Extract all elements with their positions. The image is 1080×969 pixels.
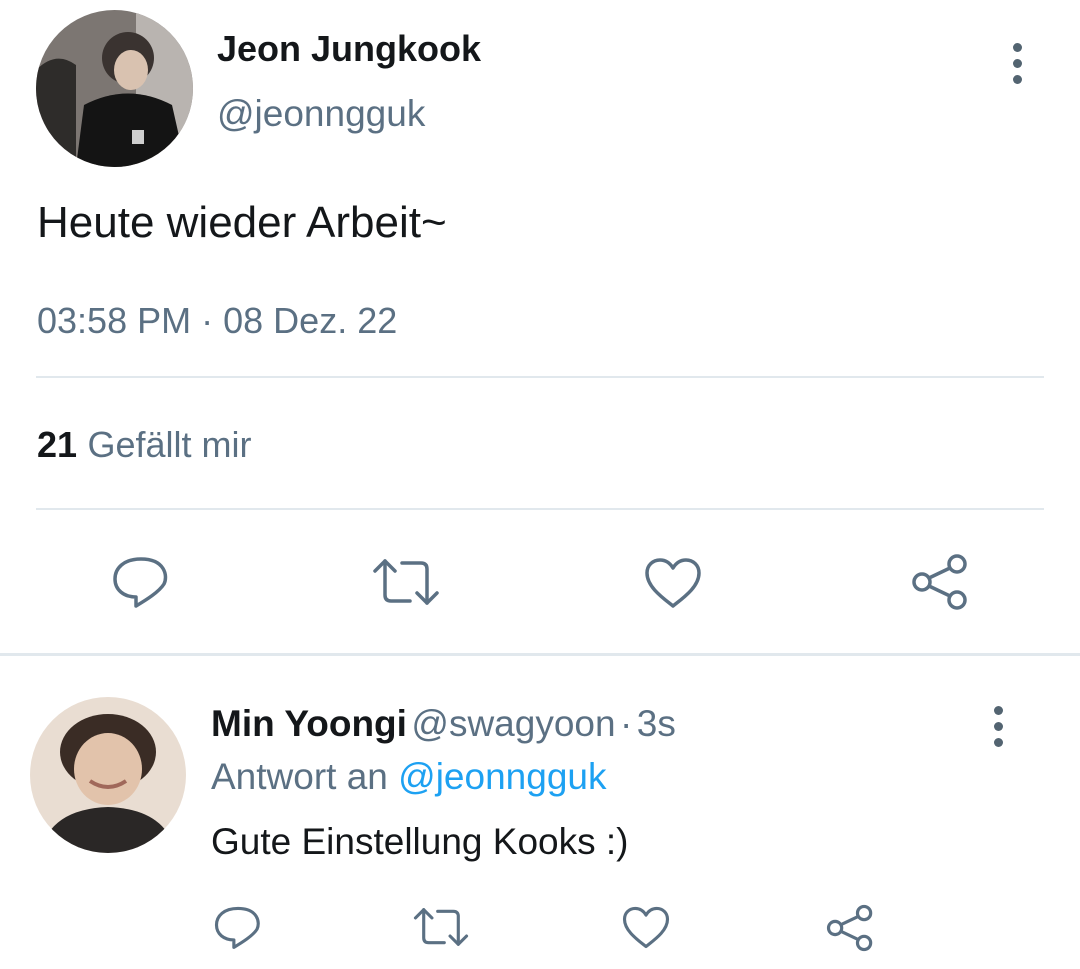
retweet-button[interactable] [372, 557, 440, 607]
reply-retweet-button[interactable] [413, 906, 469, 948]
reply-text: Gute Einstellung Kooks :) [211, 821, 629, 862]
author-name[interactable]: Jeon Jungkook [217, 28, 481, 70]
reply-more-options-icon[interactable] [990, 706, 1006, 747]
reply-time: 3s [636, 703, 676, 744]
like-button[interactable] [644, 557, 702, 609]
meta-separator: · [201, 300, 214, 341]
reply-author-avatar[interactable] [30, 697, 186, 853]
like-icon [622, 906, 670, 949]
like-icon [645, 558, 701, 608]
divider [36, 508, 1044, 510]
reply-share-button[interactable] [825, 904, 875, 952]
reply-icon [113, 557, 168, 608]
retweet-icon [373, 559, 439, 605]
likes-summary[interactable]: 21 Gefällt mir [37, 424, 252, 466]
reply-reply-button[interactable] [214, 906, 262, 949]
replying-to-prefix: Antwort an [211, 756, 388, 797]
tweet-timestamp: 03:58 PM · 08 Dez. 22 [37, 300, 397, 342]
likes-label: Gefällt mir [87, 424, 252, 465]
divider [36, 376, 1044, 378]
tweet-date: 08 Dez. 22 [223, 300, 398, 341]
share-icon [826, 904, 873, 952]
section-divider [0, 653, 1080, 656]
reply-header: Min Yoongi @swagyoon · 3s [211, 703, 676, 745]
author-avatar[interactable] [36, 10, 193, 167]
reply-author-handle[interactable]: @swagyoon [411, 703, 615, 744]
more-options-icon[interactable] [1009, 43, 1025, 84]
tweet-text: Heute wieder Arbeit~ [37, 198, 447, 247]
replying-to: Antwort an @jeonngguk [211, 756, 606, 798]
author-handle[interactable]: @jeonngguk [217, 93, 425, 135]
retweet-icon [413, 908, 469, 946]
reply-separator: · [620, 703, 633, 744]
reply-icon [214, 906, 260, 949]
tweet-time: 03:58 PM [37, 300, 192, 341]
share-icon [912, 554, 967, 610]
likes-count: 21 [37, 424, 78, 465]
replying-to-handle[interactable]: @jeonngguk [398, 756, 606, 797]
reply-like-button[interactable] [622, 906, 670, 949]
share-button[interactable] [910, 553, 970, 611]
reply-author-name[interactable]: Min Yoongi [211, 703, 407, 744]
reply-button[interactable] [112, 556, 170, 608]
